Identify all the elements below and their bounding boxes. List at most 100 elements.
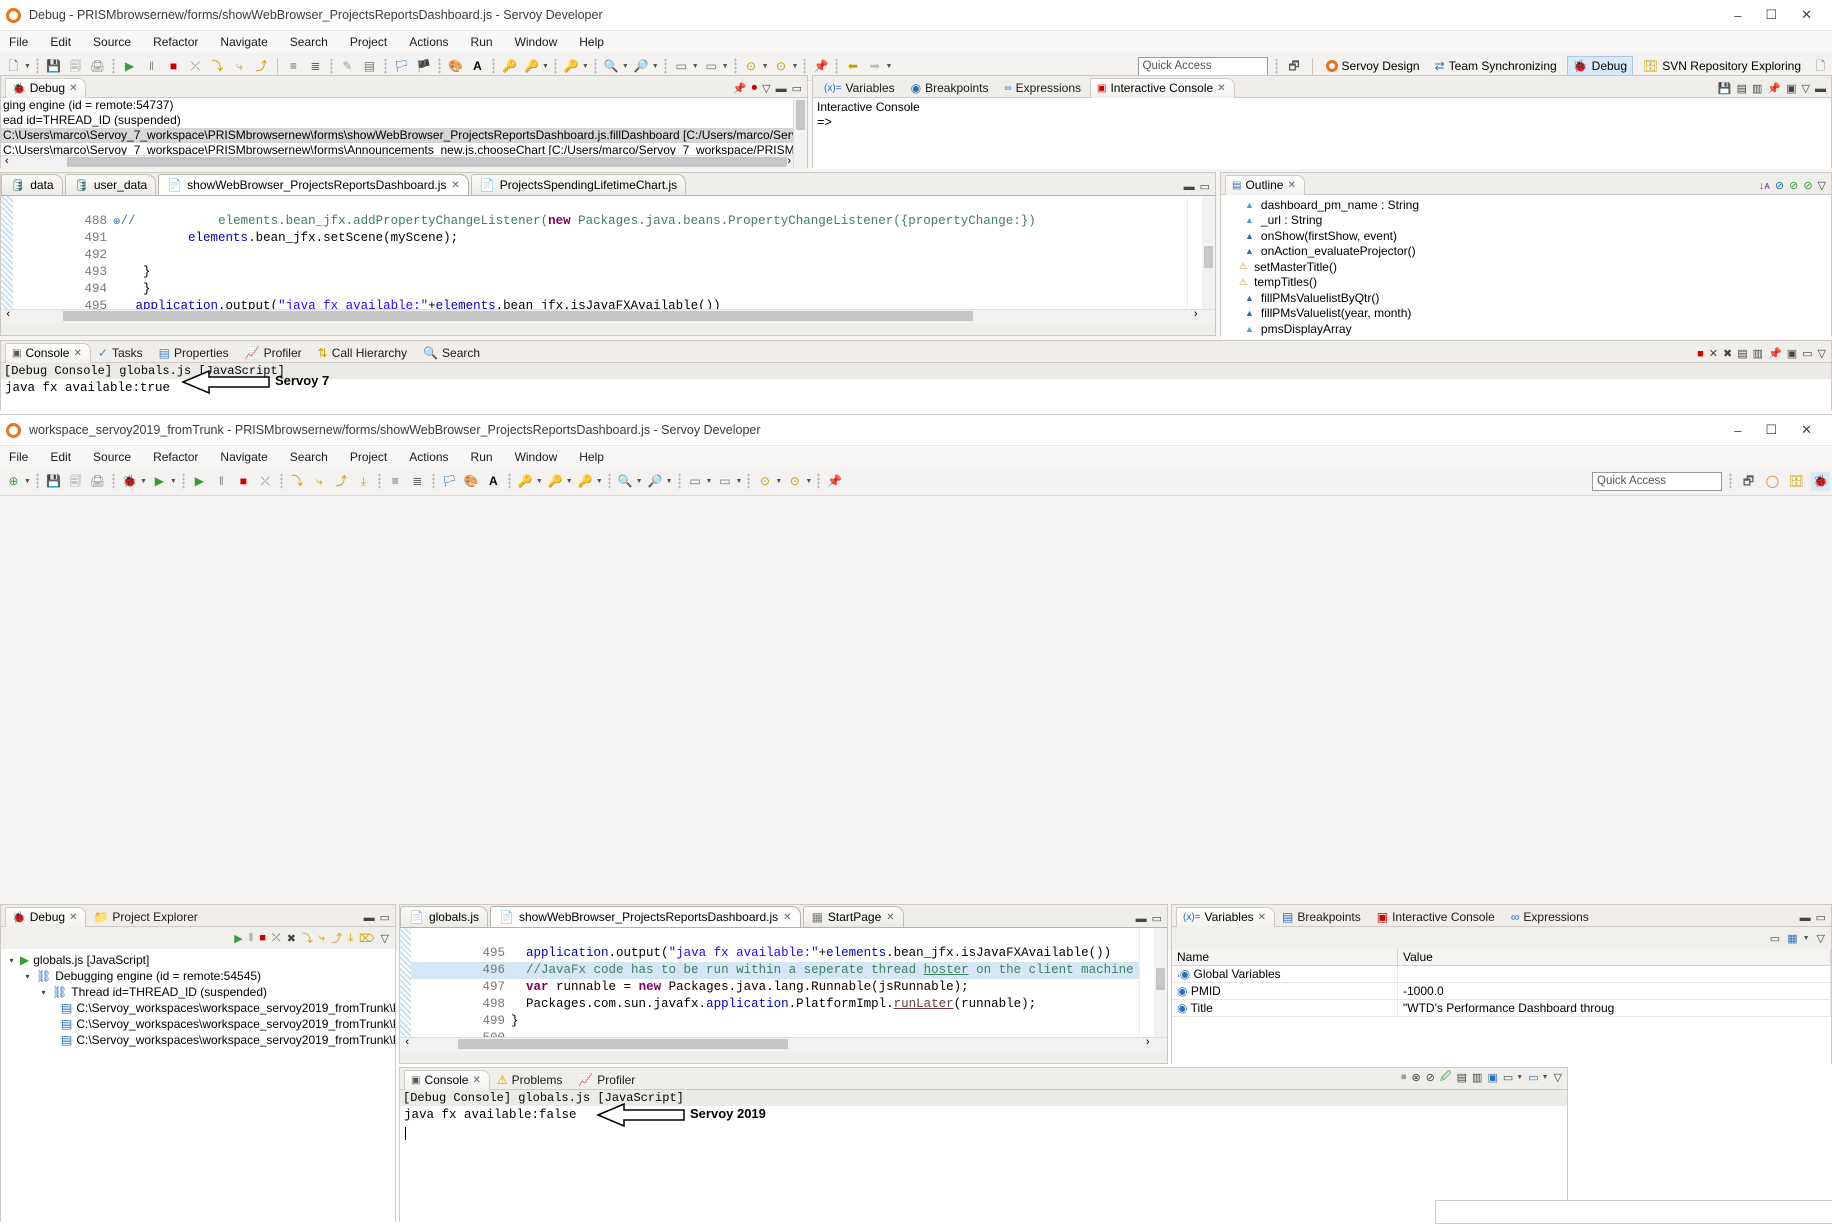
view-menu-icon[interactable]: ▽: [1818, 179, 1826, 192]
debug-view-vscroll-thumb[interactable]: [796, 100, 805, 130]
close-icon[interactable]: ✕: [1258, 912, 1266, 923]
editor-vscroll-thumb[interactable]: [1204, 246, 1213, 268]
step-return-icon[interactable]: ⤴: [252, 57, 271, 76]
view-tab-breakpoints[interactable]: ▤ Breakpoints: [1275, 907, 1370, 927]
save-all-icon[interactable]: 🗐: [66, 57, 85, 76]
debug-dropdown-icon[interactable]: ▼: [542, 63, 549, 70]
debug-web-client-icon[interactable]: 🔑: [522, 57, 541, 76]
terminate-all-icon[interactable]: ⏺: [752, 82, 758, 95]
debug-view-hscroll-thumb[interactable]: [67, 157, 787, 167]
save-icon[interactable]: 💾: [44, 57, 63, 76]
perspective-team-synchronizing[interactable]: ⇄ Team Synchronizing: [1430, 57, 1562, 75]
sort-alpha-icon[interactable]: ↓ᴀ: [1759, 180, 1770, 192]
step-return-icon[interactable]: ⤴: [332, 472, 351, 491]
forward-dropdown-icon[interactable]: ▼: [885, 63, 892, 70]
open-perspective-icon[interactable]: 🗗: [1285, 57, 1304, 76]
suspend-icon[interactable]: ‖: [249, 932, 254, 944]
close-icon[interactable]: ✕: [69, 912, 77, 923]
view-menu-icon[interactable]: ▽: [381, 932, 389, 945]
step-return-icon[interactable]: ⤴: [331, 930, 342, 946]
debug-icon[interactable]: 🐞: [120, 472, 139, 491]
clear-console-icon[interactable]: 🖉: [1440, 1068, 1452, 1087]
menu-item-navigate[interactable]: Navigate: [217, 449, 270, 465]
view-tab-interactive-console[interactable]: ▣ Interactive Console ✕: [1090, 78, 1235, 98]
open-perspective-icon[interactable]: 🗗: [1739, 472, 1758, 491]
debug-web-dropdown-icon[interactable]: ▼: [566, 478, 573, 485]
view-tab-expressions[interactable]: ∞ Expressions: [1504, 907, 1598, 927]
close-button[interactable]: ✕: [1801, 7, 1812, 23]
variable-value-cell[interactable]: [1397, 965, 1831, 983]
view-tab-problems[interactable]: ⚠ Problems: [490, 1070, 571, 1090]
profile-dropdown-icon[interactable]: ▼: [582, 63, 589, 70]
view-tab-console[interactable]: ▣ Console ✕: [404, 1070, 490, 1090]
minimize-view-icon[interactable]: ▬: [1815, 83, 1826, 95]
remove-launch-icon[interactable]: ✕: [1709, 347, 1718, 360]
menu-item-edit[interactable]: Edit: [47, 449, 74, 465]
minimize-view-icon[interactable]: ▬: [1800, 912, 1811, 924]
table-row[interactable]: ◉ PMID -1000.0: [1172, 982, 1831, 1000]
annotation-dropdown-icon[interactable]: ▼: [762, 63, 769, 70]
expand-twisty-icon[interactable]: ▾: [7, 956, 16, 965]
scroll-left-icon[interactable]: ‹: [5, 155, 9, 167]
remove-all-icon[interactable]: ⊘: [1426, 1071, 1435, 1084]
debug-tree-row[interactable]: ▾ ⛓ Thread id=THREAD_ID (suspended): [1, 984, 395, 1000]
view-tab-profiler[interactable]: 📈 Profiler: [571, 1070, 644, 1090]
close-icon[interactable]: ✕: [451, 180, 459, 191]
close-button[interactable]: ✕: [1801, 422, 1812, 438]
maximize-view-icon[interactable]: ▭: [1816, 911, 1826, 924]
terminate-icon[interactable]: ■: [1697, 348, 1704, 360]
zoom-dropdown-icon[interactable]: ▼: [652, 63, 659, 70]
code-line[interactable]: 495 application.output("java fx availabl…: [400, 928, 1167, 960]
menu-item-project[interactable]: Project: [347, 449, 390, 465]
i18n-icon[interactable]: 🏴: [414, 57, 433, 76]
print-icon[interactable]: 🖨: [88, 57, 107, 76]
suspend-icon[interactable]: ‖: [142, 57, 161, 76]
drop-to-frame-icon[interactable]: ⤓: [348, 932, 353, 945]
resume-icon[interactable]: ▶: [190, 472, 209, 491]
annotation-icon[interactable]: ⊙: [742, 57, 761, 76]
maximize-view-icon[interactable]: ▭: [380, 911, 390, 924]
annotation-dropdown-icon[interactable]: ▼: [775, 478, 782, 485]
editor-tab-projectsspendinglifetimechart[interactable]: 📄 ProjectsSpendingLifetimeChart.js: [470, 174, 687, 195]
editor-vscrollbar[interactable]: [1201, 196, 1215, 310]
run-icon[interactable]: ▶: [150, 472, 169, 491]
code-line[interactable]: 493 }: [1, 247, 1215, 279]
step-over-icon[interactable]: ⤷: [310, 472, 329, 491]
table-row[interactable]: ›◉ Global Variables: [1172, 965, 1831, 983]
pin-console-icon[interactable]: ▣: [1487, 1071, 1497, 1084]
perspective-debug[interactable]: 🐞 Debug: [1566, 56, 1634, 76]
debug-stack-line[interactable]: ging engine (id = remote:54737): [1, 98, 807, 113]
new-icon[interactable]: ⊕: [4, 472, 23, 491]
code-editor[interactable]: 488 ⊕// elements.bean_jfx.addPropertyChan…: [1, 196, 1215, 323]
perspective-svn-repository-exploring[interactable]: 🗄 SVN Repository Exploring: [1638, 57, 1806, 75]
color-wheel-icon[interactable]: 🎨: [462, 472, 481, 491]
editor-vscrollbar[interactable]: [1153, 928, 1167, 1038]
outline-item[interactable]: ▲ onAction_evaluateProjector(): [1221, 244, 1831, 260]
view-tab-debug[interactable]: 🐞 Debug ✕: [5, 78, 87, 98]
menu-item-actions[interactable]: Actions: [406, 34, 451, 50]
menu-item-navigate[interactable]: Navigate: [217, 34, 270, 50]
debug-tree-row[interactable]: ▤ C:\Servoy_workspaces\workspace_servoy20…: [1, 1000, 395, 1016]
search-dropdown-icon[interactable]: ▼: [622, 63, 629, 70]
close-icon[interactable]: ✕: [69, 83, 77, 94]
suspend-icon[interactable]: ‖: [212, 472, 231, 491]
new-dropdown-icon[interactable]: ▼: [24, 478, 31, 485]
outline-item[interactable]: ▲ onShow(firstShow, event): [1221, 228, 1831, 244]
minimize-editor-icon[interactable]: ▬: [1184, 181, 1195, 193]
view-tab-expressions[interactable]: ∞ Expressions: [998, 78, 1091, 98]
outline-item[interactable]: ⚠ tempTitles(): [1221, 275, 1831, 291]
view-tab-outline[interactable]: ▤ Outline ✕: [1225, 175, 1305, 195]
forward-icon[interactable]: ➡: [865, 57, 884, 76]
view-menu-icon[interactable]: ▽: [1554, 1071, 1562, 1084]
editor-hscroll-thumb[interactable]: [63, 311, 973, 321]
scroll-lock-icon[interactable]: ▤: [1457, 1071, 1467, 1084]
svn-icon[interactable]: 🗄: [1787, 472, 1806, 491]
font-icon[interactable]: A: [468, 57, 487, 76]
maximize-view-icon[interactable]: ▭: [792, 82, 802, 95]
quick-access-input[interactable]: Quick Access: [1137, 56, 1268, 76]
open-console-dropdown-icon[interactable]: ▼: [1542, 1074, 1549, 1081]
variables-table[interactable]: Name Value ›◉ Global Variables ◉ PMID -1…: [1172, 949, 1831, 1017]
color-wheel-icon[interactable]: 🎨: [446, 57, 465, 76]
close-icon[interactable]: ✕: [472, 1075, 480, 1086]
profile-icon[interactable]: 🔑: [562, 57, 581, 76]
